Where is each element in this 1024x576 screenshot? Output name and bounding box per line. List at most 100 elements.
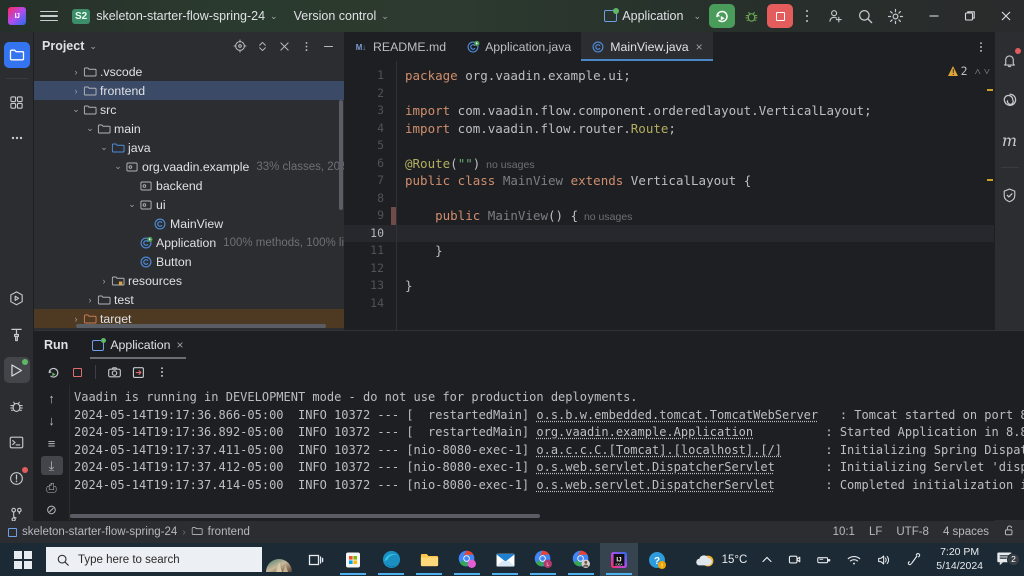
more-tool-windows-button[interactable] [4,125,30,151]
console-logger-link[interactable]: o.s.web.servlet.DispatcherServlet [536,478,774,492]
chevron-right-icon[interactable]: › [70,67,82,77]
cortana-button[interactable] [262,543,296,576]
tree-node-resources[interactable]: › resources [34,271,344,290]
console-logger-link[interactable]: o.s.web.servlet.DispatcherServlet [536,460,774,474]
tree-node-ui[interactable]: ⌄ ui [34,195,344,214]
line-separator[interactable]: LF [869,526,882,538]
print-icon[interactable]: ⎙ [41,478,63,497]
sidebar-item-project[interactable] [3,42,30,68]
editor-tabs-actions[interactable] [974,32,994,61]
console-more-button[interactable] [151,361,173,383]
tray-meeting-button[interactable] [780,543,809,576]
sidebar-item-commit[interactable] [4,89,30,115]
scroll-to-end-icon[interactable]: ⤓ [40,455,63,476]
taskbar-app-mail[interactable] [486,543,524,576]
indent-setting[interactable]: 4 spaces [943,526,989,538]
close-button[interactable] [988,0,1024,32]
taskbar-app-chrome-user[interactable] [562,543,600,576]
tree-node-mainview[interactable]: MainView [34,214,344,233]
sidebar-item-problems[interactable] [4,465,30,491]
maximize-button[interactable] [952,0,988,32]
tree-node-application[interactable]: Application 100% methods, 100% lines cove… [34,233,344,252]
start-button[interactable] [0,543,46,576]
notifications-button[interactable] [997,47,1023,73]
taskbar-app-chrome-profile[interactable] [448,543,486,576]
file-encoding[interactable]: UTF-8 [896,526,929,538]
scroll-down-icon[interactable]: ↓ [41,411,63,430]
tray-volume-button[interactable] [869,543,899,576]
editor-tab-application-java[interactable]: Application.java [456,32,581,61]
caret-position[interactable]: 10:1 [833,526,855,538]
chevron-down-icon[interactable]: ⌄ [98,142,110,153]
sidebar-item-debug[interactable] [4,393,30,419]
taskbar-app-edge[interactable] [372,543,410,576]
maven-tool-button[interactable]: m [997,127,1023,153]
editor-tab-close-icon[interactable]: × [696,40,703,54]
taskbar-app-microsoft-store[interactable] [334,543,372,576]
debug-button[interactable] [738,4,764,28]
chevron-down-icon[interactable]: ⌄ [89,41,97,52]
stop-process-button[interactable] [66,361,88,383]
weather-widget[interactable]: 15°C [688,543,755,576]
hamburger-menu-icon[interactable] [40,10,58,22]
chevron-down-icon[interactable]: ⌄ [126,199,138,210]
panel-options-button[interactable] [296,36,316,56]
taskbar-app-help[interactable]: ? ! [638,543,676,576]
chevron-right-icon[interactable]: › [70,314,82,324]
taskbar-search-box[interactable]: Type here to search [46,547,262,572]
stop-button[interactable] [767,4,793,28]
tree-node-test[interactable]: › test [34,290,344,309]
select-opened-file-button[interactable] [230,36,250,56]
export-button[interactable] [127,361,149,383]
code-editor[interactable]: 1234567891011121314 2 ˄ ˅ package org.va… [344,61,994,330]
sidebar-item-services[interactable] [4,285,30,311]
soft-wrap-icon[interactable]: ≡ [41,434,63,453]
breadcrumb[interactable]: skeleton-starter-flow-spring-24 › fronte… [8,525,250,540]
project-name-label[interactable]: skeleton-starter-flow-spring-24 [96,9,265,23]
taskbar-app-chrome-l[interactable]: L [524,543,562,576]
console-logger-link[interactable]: o.a.c.c.C.[Tomcat].[localhost].[/] [536,443,782,457]
collapse-all-button[interactable] [274,36,294,56]
tree-node-src[interactable]: ⌄ src [34,100,344,119]
more-vertical-icon[interactable] [798,9,816,23]
run-configuration-selector[interactable]: Application ⌄ [604,8,701,23]
scroll-up-icon[interactable]: ↑ [41,389,63,408]
console-logger-link[interactable]: org.vaadin.example.Application [536,425,753,439]
chevron-down-icon[interactable]: ⌄ [112,161,124,172]
console-logger-link[interactable]: o.s.b.w.embedded.tomcat.TomcatWebServer [536,408,818,422]
prev-problem-button[interactable]: ˄ [975,65,981,78]
chevron-down-icon[interactable]: ⌄ [84,123,96,134]
notification-center-button[interactable]: 2 [991,550,1024,570]
hide-panel-button[interactable] [318,36,338,56]
tray-usb-button[interactable] [809,543,839,576]
tree-node-org-vaadin-example[interactable]: ⌄ org.vaadin.example 33% classes, 20% line… [34,157,344,176]
sidebar-item-run[interactable] [3,357,30,383]
project-tree-scrollbar[interactable] [339,100,343,210]
run-tab-close[interactable]: × [176,338,183,352]
chevron-down-icon[interactable]: ⌄ [270,11,278,22]
breadcrumb-project[interactable]: skeleton-starter-flow-spring-24 [22,526,177,538]
code-content[interactable]: 2 ˄ ˅ package org.vaadin.example.ui;impo… [396,61,994,330]
chevron-right-icon[interactable]: › [84,295,96,305]
taskbar-clock[interactable]: 7:20 PM 5/14/2024 [928,546,991,572]
taskbar-app-intellij-idea[interactable]: IJ IDEA [600,543,638,576]
tray-bluetooth-pen-button[interactable] [899,543,928,576]
chevron-right-icon[interactable]: › [70,86,82,96]
screenshot-button[interactable] [103,361,125,383]
tree-node--vscode[interactable]: › .vscode [34,62,344,81]
tree-node-button[interactable]: Button [34,252,344,271]
project-tree[interactable]: › .vscode › frontend ⌄ src ⌄ main ⌄ java ⌄ org.vaad… [34,60,344,330]
task-view-button[interactable] [296,543,334,576]
security-tool-button[interactable] [997,182,1023,208]
expand-collapse-button[interactable] [252,36,272,56]
rerun-button[interactable] [42,361,64,383]
settings-button[interactable] [882,3,908,29]
breadcrumb-folder[interactable]: frontend [208,526,250,538]
tree-node-main[interactable]: ⌄ main [34,119,344,138]
editor-options-icon[interactable] [974,40,988,54]
unlocked-icon[interactable] [1003,524,1016,540]
taskbar-app-file-explorer[interactable] [410,543,448,576]
run-tab-application[interactable]: Application × [86,331,189,359]
chevron-down-icon[interactable]: ⌄ [381,11,389,22]
console-hscrollbar[interactable] [70,514,540,518]
